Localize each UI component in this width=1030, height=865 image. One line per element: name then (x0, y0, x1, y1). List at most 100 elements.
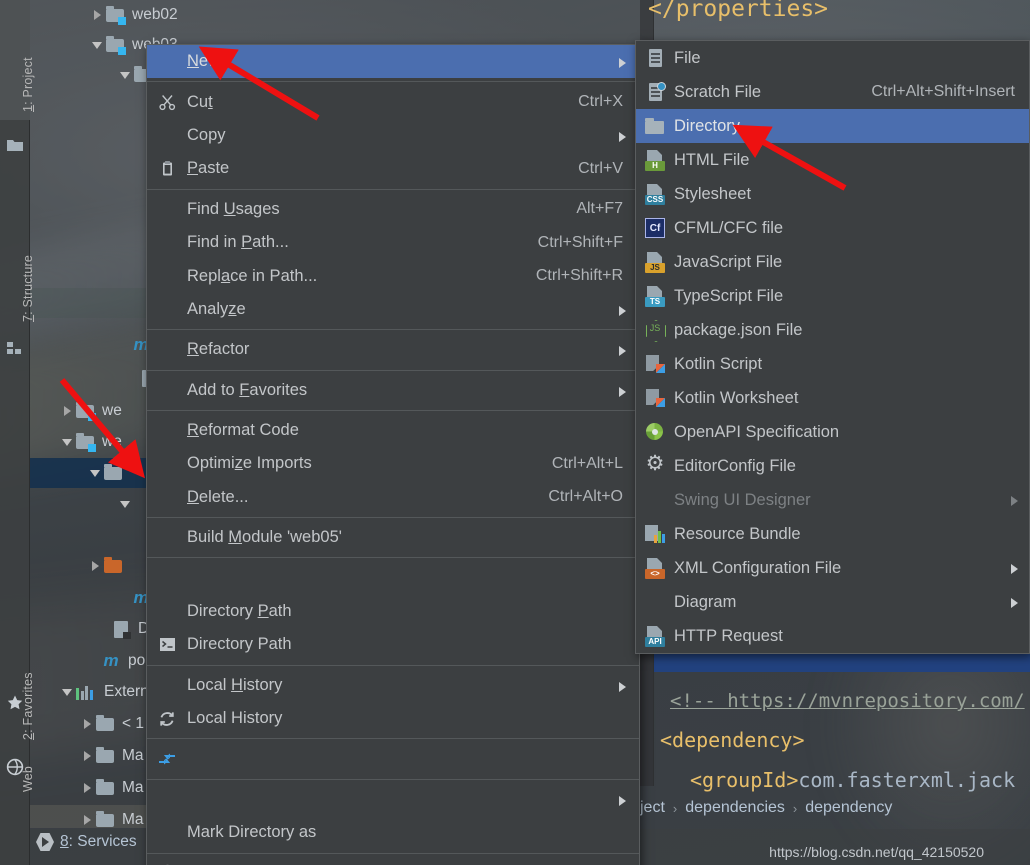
menu-item-cut[interactable]: Cut Ctrl+X (147, 85, 639, 118)
menu-item-shortcut: Ctrl+Shift+R (535, 267, 623, 285)
submenu-arrow-icon (619, 346, 626, 357)
menu-separator (147, 81, 639, 83)
compare-icon (147, 751, 187, 767)
sidebar-item-project[interactable]: 1: Project (0, 0, 35, 120)
submenu-item-openapi-specification[interactable]: OpenAPI Specification (636, 415, 1029, 449)
submenu-item-label: TypeScript File (674, 286, 784, 305)
menu-item-local-history[interactable]: Local History (147, 669, 639, 702)
submenu-item-scratch-file[interactable]: Scratch File Ctrl+Alt+Shift+Insert (636, 75, 1029, 109)
submenu-item-kotlin-worksheet[interactable]: Kotlin Worksheet (636, 381, 1029, 415)
file-badge: Cf (645, 218, 665, 238)
services-tool-button[interactable]: 8: Services (36, 828, 137, 856)
menu-item-show-in-explorer[interactable] (147, 561, 639, 594)
menu-item-shortcut: Alt+F7 (576, 200, 623, 218)
menu-item-replace-in-path[interactable]: Replace in Path... Ctrl+Shift+R (147, 259, 639, 292)
html-file-icon: H (636, 149, 674, 171)
menu-item-reload-from-disk[interactable]: Local History (147, 702, 639, 735)
menu-item-mark-directory-as[interactable] (147, 783, 639, 816)
maven-library-icon (96, 779, 116, 796)
menu-item-reformat-code[interactable]: Reformat Code (147, 414, 639, 447)
chevron-down-icon[interactable] (118, 496, 134, 512)
submenu-item-diagram[interactable]: Diagram (636, 585, 1029, 619)
chevron-right-icon[interactable] (80, 812, 96, 828)
submenu-item-package-json-file[interactable]: JS package.json File (636, 313, 1029, 347)
javascript-file-icon: JS (636, 251, 674, 273)
submenu-item-cfml-file[interactable]: Cf CFML/CFC file (636, 211, 1029, 245)
chevron-right-icon[interactable] (80, 780, 96, 796)
submenu-item-javascript-file[interactable]: JS JavaScript File (636, 245, 1029, 279)
chevron-right-icon[interactable] (80, 748, 96, 764)
submenu-item-kotlin-script[interactable]: Kotlin Script (636, 347, 1029, 381)
menu-item-copy[interactable]: Copy (147, 119, 639, 152)
submenu-item-resource-bundle[interactable]: Resource Bundle (636, 517, 1029, 551)
submenu-arrow-icon (619, 131, 626, 142)
submenu-item-label: Scratch File (674, 82, 762, 101)
chevron-right-icon[interactable] (80, 716, 96, 732)
menu-item-add-to-favorites[interactable]: Add to Favorites (147, 374, 639, 407)
breadcrumb-item-dependencies[interactable]: dependencies (685, 799, 785, 817)
menu-item-find-in-path[interactable]: Find in Path... Ctrl+Shift+F (147, 226, 639, 259)
chevron-down-icon[interactable] (118, 67, 134, 83)
menu-item-label: Optimize Imports (187, 454, 312, 473)
submenu-item-typescript-file[interactable]: TS TypeScript File (636, 279, 1029, 313)
menu-item-directory-path[interactable]: Directory Path (147, 595, 639, 628)
chevron-down-icon[interactable] (88, 465, 104, 481)
library-icon (76, 684, 98, 700)
breadcrumb[interactable]: ject › dependencies › dependency (640, 793, 1030, 823)
menu-item-remove-bom[interactable]: Mark Directory as (147, 816, 639, 849)
menu-separator (147, 329, 639, 331)
menu-item-label: Directory Path (187, 602, 292, 621)
breadcrumb-item-dependency[interactable]: dependency (805, 799, 892, 817)
menu-item-label: Find in Path... (187, 233, 289, 252)
globe-icon (6, 758, 24, 776)
menu-item-paste[interactable]: Paste Ctrl+V (147, 152, 639, 185)
chevron-right-icon[interactable] (90, 7, 106, 23)
menu-item-find-usages[interactable]: Find Usages Alt+F7 (147, 193, 639, 226)
menu-item-new[interactable]: New (147, 45, 639, 79)
context-menu[interactable]: New Cut Ctrl+X Copy Paste Ctrl+V Find Us… (146, 44, 640, 865)
menu-item-label: Delete... (187, 487, 249, 506)
resources-folder-icon (104, 557, 124, 574)
menu-item-analyze[interactable]: Analyze (147, 293, 639, 326)
submenu-item-editorconfig-file[interactable]: EditorConfig File (636, 449, 1029, 483)
chevron-down-icon[interactable] (90, 37, 106, 53)
chevron-down-icon[interactable] (60, 684, 76, 700)
menu-item-label: Cut (187, 92, 213, 111)
file-badge: <> (645, 569, 665, 579)
submenu-item-stylesheet[interactable]: CSS Stylesheet (636, 177, 1029, 211)
menu-item-shortcut: Ctrl+V (578, 159, 623, 177)
menu-item-refactor[interactable]: Refactor (147, 333, 639, 366)
breadcrumb-item-project[interactable]: ject (640, 799, 665, 817)
tree-row-web02[interactable]: web02 (30, 0, 640, 30)
breadcrumb-separator-icon: › (792, 800, 798, 816)
menu-item-delete[interactable]: Delete... Ctrl+Alt+O (147, 481, 639, 514)
tool-window-label: 1: Project (21, 57, 35, 112)
menu-item-label: Analyze (187, 299, 246, 318)
left-tool-window-bar[interactable]: 1: Project 7: Structure 2: Favorites Web (0, 0, 35, 865)
chevron-down-icon[interactable] (60, 434, 76, 450)
chevron-right-icon[interactable] (88, 558, 104, 574)
sidebar-item-structure[interactable]: 7: Structure (0, 170, 35, 330)
file-badge: CSS (645, 195, 665, 205)
menu-item-compare-with[interactable] (147, 742, 639, 775)
menu-item-label: Build Module 'web05' (187, 528, 342, 547)
submenu-item-http-request[interactable]: API HTTP Request (636, 619, 1029, 653)
chevron-right-icon[interactable] (60, 403, 76, 419)
menu-item-open-in-terminal[interactable]: Directory Path (147, 628, 639, 661)
project-folder-icon (6, 136, 24, 154)
menu-separator (147, 557, 639, 559)
menu-item-build-module[interactable]: Build Module 'web05' (147, 521, 639, 554)
menu-separator (147, 664, 639, 666)
maven-library-icon (96, 811, 116, 828)
submenu-item-html-file[interactable]: H HTML File (636, 143, 1029, 177)
menu-item-label: Find Usages (187, 199, 280, 218)
menu-separator (147, 517, 639, 519)
menu-item-create-gist[interactable] (147, 857, 639, 865)
menu-item-label: Paste (187, 159, 230, 178)
new-submenu[interactable]: File Scratch File Ctrl+Alt+Shift+Insert … (635, 40, 1030, 654)
submenu-item-directory[interactable]: Directory (636, 109, 1029, 143)
submenu-item-label: Directory (674, 116, 741, 135)
submenu-item-file[interactable]: File (636, 41, 1029, 75)
submenu-item-xml-configuration-file[interactable]: <> XML Configuration File (636, 551, 1029, 585)
menu-item-optimize-imports[interactable]: Optimize Imports Ctrl+Alt+L (147, 447, 639, 480)
